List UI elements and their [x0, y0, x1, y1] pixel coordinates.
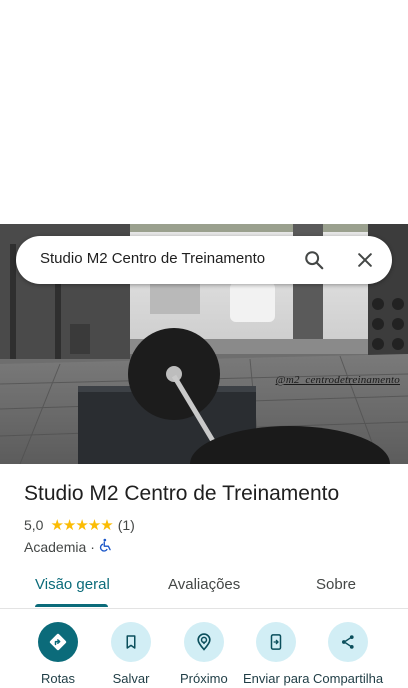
directions-label: Rotas	[41, 671, 75, 686]
send-to-phone-icon	[256, 622, 297, 662]
active-tab-indicator	[35, 604, 108, 607]
search-icon[interactable]	[300, 246, 328, 274]
nearby-button[interactable]: Próximo	[180, 622, 228, 686]
save-label: Salvar	[112, 671, 150, 686]
send-to-phone-button[interactable]: Enviar para	[243, 622, 309, 686]
action-bar: Rotas Salvar Próximo Enviar para Compart…	[0, 616, 408, 688]
tab-bar: Visão geral Avaliações Sobre	[0, 568, 408, 609]
category-row: Academia ·	[24, 538, 113, 555]
place-title: Studio M2 Centro de Treinamento	[24, 482, 340, 505]
nearby-icon	[183, 622, 224, 662]
tab-visao-geral[interactable]: Visão geral	[35, 576, 110, 593]
review-count[interactable]: (1)	[118, 517, 135, 533]
share-label: Compartilha	[313, 671, 384, 686]
directions-button[interactable]: Rotas	[38, 622, 78, 686]
category-separator: ·	[90, 538, 95, 555]
nearby-label: Próximo	[180, 671, 228, 686]
search-bar[interactable]: Studio M2 Centro de Treinamento	[16, 236, 392, 284]
bookmark-icon	[111, 622, 151, 662]
tab-avaliacoes[interactable]: Avaliações	[168, 576, 240, 593]
wheelchair-icon[interactable]	[99, 538, 113, 555]
place-category: Academia	[24, 538, 87, 555]
rating-stars: ★★★★★	[50, 517, 113, 534]
share-button[interactable]: Compartilha	[313, 622, 383, 686]
tab-sobre[interactable]: Sobre	[316, 576, 356, 593]
search-query[interactable]: Studio M2 Centro de Treinamento	[40, 250, 265, 267]
directions-icon	[38, 622, 78, 662]
send-to-phone-label: Enviar para	[243, 671, 310, 686]
share-icon	[328, 622, 369, 662]
save-button[interactable]: Salvar	[111, 622, 151, 686]
close-icon[interactable]	[351, 246, 379, 274]
rating-row[interactable]: 5,0 ★★★★★ (1)	[24, 516, 135, 534]
photo-watermark: @m2_centrodetreinamento	[275, 374, 400, 386]
rating-value: 5,0	[24, 517, 44, 533]
